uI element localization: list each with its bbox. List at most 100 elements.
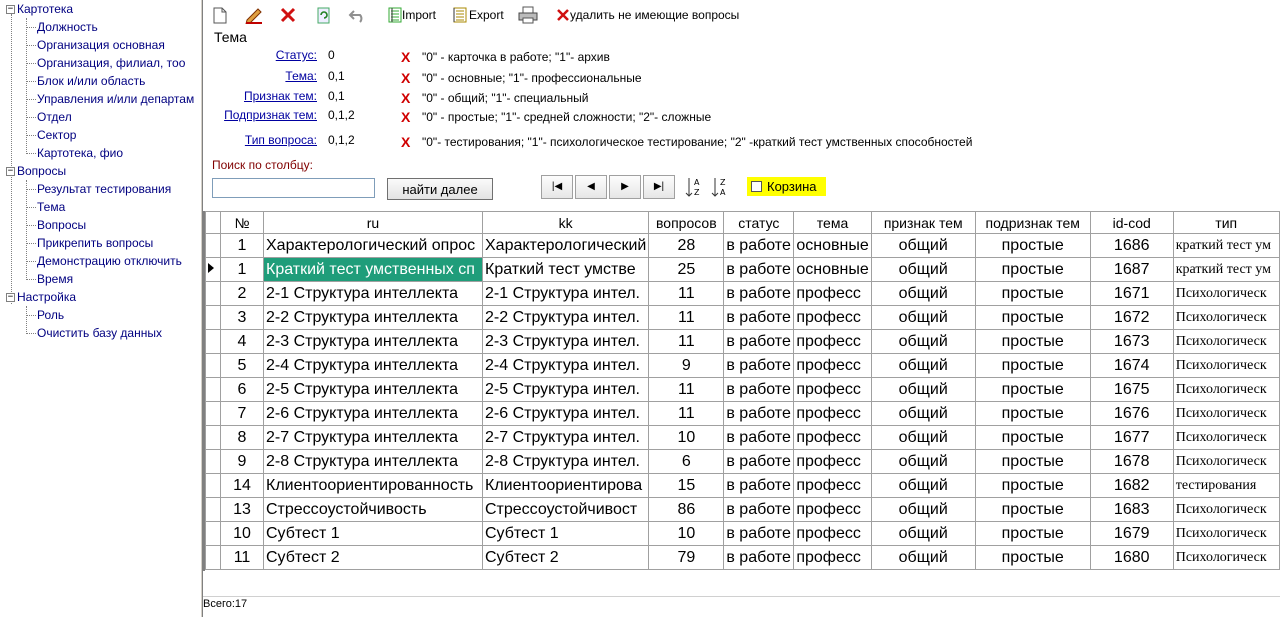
table-cell[interactable]: общий [870,425,976,450]
table-cell[interactable]: Психологическ [1172,425,1280,450]
table-row[interactable]: 14 Клиентоориентированность Клиентоориенти… [205,473,1280,498]
table-cell[interactable]: 5 [220,353,264,378]
table-cell[interactable]: в работе [723,425,795,450]
table-cell[interactable]: 6 [648,449,725,474]
table-cell[interactable]: в работе [723,257,795,282]
table-cell[interactable]: 2-6 Структура интеллекта [263,401,483,426]
table-cell[interactable]: 11 [648,377,725,402]
table-cell[interactable]: професс [793,329,872,354]
table-cell[interactable]: простые [974,425,1091,450]
table-cell[interactable]: 10 [220,521,264,546]
table-cell[interactable]: Психологическ [1172,281,1280,306]
table-cell[interactable]: Краткий тест умственных сп [263,257,483,282]
table-cell[interactable]: 2-2 Структура интел. [481,305,650,330]
table-cell[interactable]: в работе [723,401,795,426]
last-record-button[interactable]: ▶| [643,175,675,199]
table-cell[interactable]: Психологическ [1172,377,1280,402]
table-row[interactable]: 6 2-5 Структура интеллекта 2-5 Структура и… [205,377,1280,402]
table-cell[interactable]: 11 [648,281,725,306]
table-cell[interactable]: професс [793,377,872,402]
table-cell[interactable]: 2-6 Структура интел. [481,401,650,426]
table-cell[interactable]: в работе [723,233,795,258]
table-cell[interactable]: 1682 [1089,473,1174,498]
table-cell[interactable]: основные [793,233,872,258]
column-header[interactable]: ru [263,211,483,234]
table-cell[interactable]: 2-2 Структура интеллекта [263,305,483,330]
table-cell[interactable]: общий [870,545,976,570]
table-cell[interactable]: в работе [723,473,795,498]
prev-record-button[interactable]: ◀ [575,175,607,199]
tree-group[interactable]: − Настройка [6,288,76,306]
table-cell[interactable]: 2-8 Структура интел. [481,449,650,474]
table-cell[interactable]: общий [870,401,976,426]
table-cell[interactable]: 15 [648,473,725,498]
table-cell[interactable]: 1673 [1089,329,1174,354]
table-cell[interactable]: простые [974,497,1091,522]
table-cell[interactable]: 2-3 Структура интеллекта [263,329,483,354]
table-cell[interactable]: 11 [648,305,725,330]
clear-filter-icon[interactable]: X [401,109,410,125]
table-row[interactable]: 7 2-6 Структура интеллекта 2-6 Структура и… [205,401,1280,426]
table-cell[interactable]: общий [870,353,976,378]
table-cell[interactable]: 10 [648,521,725,546]
column-header[interactable]: подризнак тем [974,211,1091,234]
table-cell[interactable]: 1675 [1089,377,1174,402]
table-cell[interactable]: общий [870,377,976,402]
table-row[interactable]: 1 Краткий тест умственных сп Краткий тест … [205,257,1280,282]
table-cell[interactable]: 14 [220,473,264,498]
table-cell[interactable]: 11 [220,545,264,570]
table-cell[interactable]: Характерологический [481,233,650,258]
table-cell[interactable]: Психологическ [1172,449,1280,474]
tree-item[interactable]: Время [26,270,73,288]
filter-link[interactable]: Признак тем: [244,89,317,103]
column-header[interactable]: id-cod [1089,211,1174,234]
table-cell[interactable]: общий [870,233,976,258]
table-cell[interactable]: 2-1 Структура интеллекта [263,281,483,306]
table-cell[interactable]: 1 [220,257,264,282]
table-cell[interactable]: 2-8 Структура интеллекта [263,449,483,474]
column-header[interactable]: тип [1172,211,1280,234]
filter-link[interactable]: Подпризнак тем: [224,108,317,122]
first-record-button[interactable]: |◀ [541,175,573,199]
refresh-button[interactable] [316,5,332,25]
table-cell[interactable]: общий [870,281,976,306]
basket-checkbox[interactable]: Корзина [747,177,826,196]
table-cell[interactable]: общий [870,305,976,330]
table-cell[interactable]: краткий тест ум [1172,257,1280,282]
table-row[interactable]: 10 Субтест 1 Субтест 1 10 в работе професс общ… [205,521,1280,546]
table-cell[interactable]: Субтест 1 [481,521,650,546]
table-row[interactable]: 9 2-8 Структура интеллекта 2-8 Структура и… [205,449,1280,474]
tree-item[interactable]: Сектор [26,126,76,144]
table-cell[interactable]: 9 [648,353,725,378]
table-cell[interactable]: в работе [723,449,795,474]
collapse-icon[interactable]: − [6,293,15,303]
table-row[interactable]: 2 2-1 Структура интеллекта 2-1 Структура и… [205,281,1280,306]
column-header[interactable]: признак тем [870,211,976,234]
search-input[interactable] [212,178,375,198]
table-cell[interactable]: 2-3 Структура интел. [481,329,650,354]
table-cell[interactable]: тестирования [1172,473,1280,498]
table-cell[interactable]: простые [974,473,1091,498]
filter-link[interactable]: Тип вопроса: [245,133,317,147]
table-cell[interactable]: 1 [220,233,264,258]
filter-link[interactable]: Статус: [276,48,317,62]
table-cell[interactable]: общий [870,473,976,498]
table-cell[interactable]: 2-5 Структура интел. [481,377,650,402]
table-cell[interactable]: 13 [220,497,264,522]
table-cell[interactable]: простые [974,449,1091,474]
table-cell[interactable]: 1672 [1089,305,1174,330]
table-cell[interactable]: професс [793,545,872,570]
table-cell[interactable]: 1677 [1089,425,1174,450]
collapse-icon[interactable]: − [6,167,15,177]
table-cell[interactable]: простые [974,401,1091,426]
tree-item[interactable]: Очистить базу данных [26,324,162,342]
table-cell[interactable]: Стрессоустойчивость [263,497,483,522]
table-cell[interactable]: простые [974,305,1091,330]
tree-item[interactable]: Тема [26,198,65,216]
column-header[interactable]: № [220,211,264,234]
table-cell[interactable]: в работе [723,521,795,546]
table-cell[interactable]: краткий тест ум [1172,233,1280,258]
export-button[interactable]: Export [453,5,504,25]
table-cell[interactable]: простые [974,545,1091,570]
delete-record-button[interactable] [280,5,296,25]
